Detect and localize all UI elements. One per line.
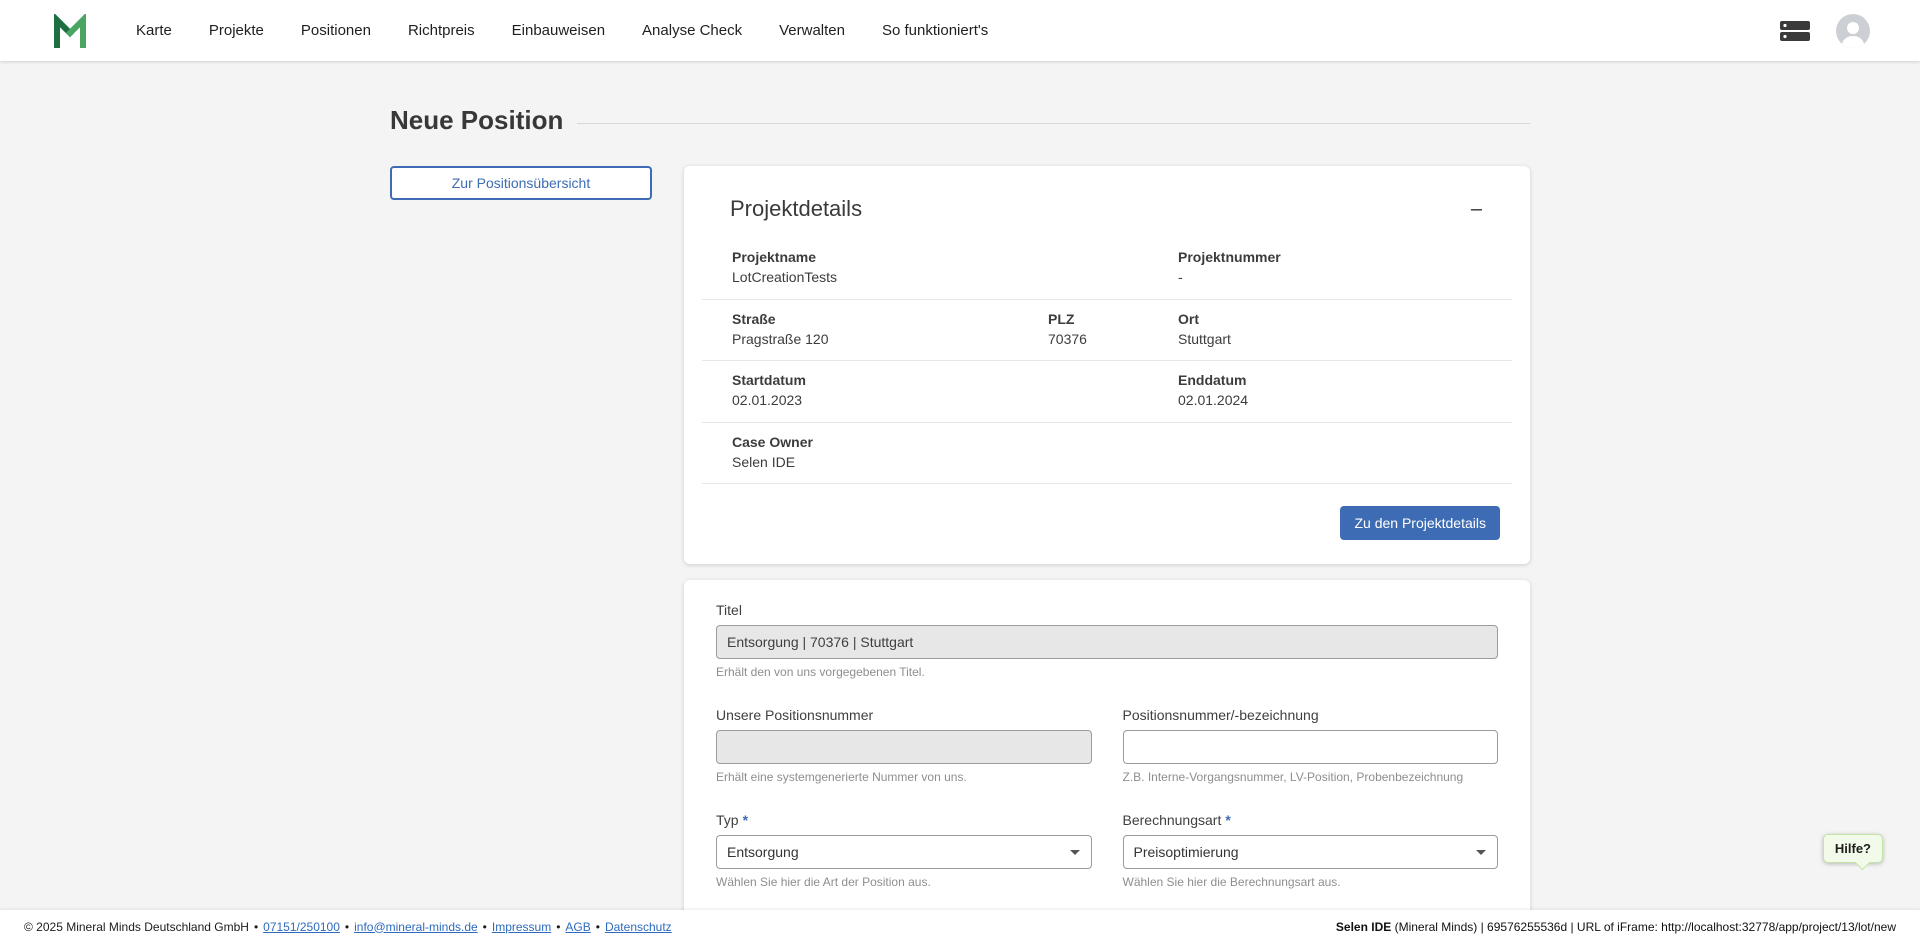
server-icon[interactable] bbox=[1780, 20, 1810, 42]
field-value: 02.01.2023 bbox=[732, 390, 1178, 410]
field-label: PLZ bbox=[1048, 309, 1178, 329]
main-content: Neue Position Zur Positionsübersicht Pro… bbox=[0, 61, 1920, 910]
nav-item-analyse-check[interactable]: Analyse Check bbox=[642, 22, 742, 39]
separator: • bbox=[254, 920, 258, 934]
footer-session-text: (Mineral Minds) | 69576255536d | URL of … bbox=[1391, 920, 1896, 934]
field-label: Projektnummer bbox=[1178, 247, 1512, 267]
nav-item-projekte[interactable]: Projekte bbox=[209, 22, 264, 39]
left-column: Zur Positionsübersicht bbox=[390, 166, 652, 200]
app-logo[interactable] bbox=[52, 14, 88, 48]
separator: • bbox=[483, 920, 487, 934]
typ-select[interactable]: Entsorgung bbox=[716, 835, 1092, 869]
titel-label: Titel bbox=[716, 602, 1498, 618]
project-detail-row: Startdatum 02.01.2023 Enddatum 02.01.202… bbox=[702, 361, 1512, 423]
footer-link-impressum[interactable]: Impressum bbox=[492, 920, 551, 934]
footer-link-datenschutz[interactable]: Datenschutz bbox=[605, 920, 672, 934]
typ-label: Typ* bbox=[716, 812, 1092, 828]
unsere-positionsnummer-helper: Erhält eine systemgenerierte Nummer von … bbox=[716, 770, 1092, 784]
footer-link-email[interactable]: info@mineral-minds.de bbox=[354, 920, 478, 934]
berechnungsart-field-group: Berechnungsart* Preisoptimierung Wählen … bbox=[1123, 812, 1499, 889]
page-title: Neue Position bbox=[390, 105, 563, 136]
field-value: Selen IDE bbox=[732, 452, 1512, 472]
nav-item-karte[interactable]: Karte bbox=[136, 22, 172, 39]
footer-user: Selen IDE bbox=[1336, 920, 1391, 934]
field-value: 70376 bbox=[1048, 329, 1178, 349]
separator: • bbox=[345, 920, 349, 934]
field-label: Startdatum bbox=[732, 370, 1178, 390]
field-label: Case Owner bbox=[732, 432, 1512, 452]
required-asterisk: * bbox=[1225, 812, 1230, 828]
field-value: 02.01.2024 bbox=[1178, 390, 1512, 410]
top-navbar: Karte Projekte Positionen Richtpreis Ein… bbox=[0, 0, 1920, 61]
chevron-down-icon bbox=[1476, 850, 1486, 855]
unsere-positionsnummer-input bbox=[716, 730, 1092, 764]
typ-label-text: Typ bbox=[716, 812, 739, 828]
typ-select-value: Entsorgung bbox=[727, 844, 799, 860]
copyright-text: © 2025 Mineral Minds Deutschland GmbH bbox=[24, 920, 249, 934]
field-value: LotCreationTests bbox=[732, 267, 1178, 287]
field-value: Pragstraße 120 bbox=[732, 329, 1048, 349]
title-divider bbox=[577, 123, 1530, 124]
field-value: - bbox=[1178, 267, 1512, 287]
unsere-positionsnummer-field-group: Unsere Positionsnummer Erhält eine syste… bbox=[716, 707, 1092, 784]
project-detail-row: Case Owner Selen IDE bbox=[702, 423, 1512, 485]
positionsnummer-field-group: Positionsnummer/-bezeichnung Z.B. Intern… bbox=[1123, 707, 1499, 784]
logo-icon bbox=[52, 14, 88, 48]
avatar[interactable] bbox=[1836, 14, 1870, 48]
berechnungsart-select[interactable]: Preisoptimierung bbox=[1123, 835, 1499, 869]
typ-field-group: Typ* Entsorgung Wählen Sie hier die Art … bbox=[716, 812, 1092, 889]
titel-field-group: Titel Erhält den von uns vorgegebenen Ti… bbox=[716, 602, 1498, 679]
berechnungsart-select-value: Preisoptimierung bbox=[1134, 844, 1239, 860]
titel-input bbox=[716, 625, 1498, 659]
titel-helper: Erhält den von uns vorgegebenen Titel. bbox=[716, 665, 1498, 679]
help-button[interactable]: Hilfe? bbox=[1823, 834, 1883, 863]
nav-menu: Karte Projekte Positionen Richtpreis Ein… bbox=[136, 22, 988, 39]
footer-link-agb[interactable]: AGB bbox=[565, 920, 590, 934]
project-details-card: Projektdetails – Projektname LotCreation… bbox=[684, 166, 1530, 564]
field-value: Stuttgart bbox=[1178, 329, 1512, 349]
footer-session-info: Selen IDE (Mineral Minds) | 69576255536d… bbox=[1336, 920, 1896, 934]
footer-link-phone[interactable]: 07151/250100 bbox=[263, 920, 340, 934]
required-asterisk: * bbox=[743, 812, 748, 828]
unsere-positionsnummer-label: Unsere Positionsnummer bbox=[716, 707, 1092, 723]
project-details-title: Projektdetails bbox=[730, 196, 862, 222]
positionsnummer-helper: Z.B. Interne-Vorgangsnummer, LV-Position… bbox=[1123, 770, 1499, 784]
field-label: Projektname bbox=[732, 247, 1178, 267]
nav-item-positionen[interactable]: Positionen bbox=[301, 22, 371, 39]
project-details-table: Projektname LotCreationTests Projektnumm… bbox=[702, 238, 1512, 484]
field-label: Enddatum bbox=[1178, 370, 1512, 390]
field-label: Ort bbox=[1178, 309, 1512, 329]
nav-item-so-funktionierts[interactable]: So funktioniert's bbox=[882, 22, 988, 39]
chevron-down-icon bbox=[1070, 850, 1080, 855]
positionsnummer-input[interactable] bbox=[1123, 730, 1499, 764]
collapse-button[interactable]: – bbox=[1469, 199, 1484, 219]
typ-helper: Wählen Sie hier die Art der Position aus… bbox=[716, 875, 1092, 889]
footer: © 2025 Mineral Minds Deutschland GmbH • … bbox=[0, 910, 1920, 943]
separator: • bbox=[596, 920, 600, 934]
field-label: Straße bbox=[732, 309, 1048, 329]
go-to-project-details-button[interactable]: Zu den Projektdetails bbox=[1340, 506, 1500, 540]
navbar-right bbox=[1780, 14, 1870, 48]
nav-item-richtpreis[interactable]: Richtpreis bbox=[408, 22, 475, 39]
right-column: Projektdetails – Projektname LotCreation… bbox=[684, 166, 1530, 910]
back-to-positions-button[interactable]: Zur Positionsübersicht bbox=[390, 166, 652, 200]
position-form-card: Titel Erhält den von uns vorgegebenen Ti… bbox=[684, 580, 1530, 910]
project-detail-row: Straße Pragstraße 120 PLZ 70376 Ort Stut… bbox=[702, 300, 1512, 362]
berechnungsart-helper: Wählen Sie hier die Berechnungsart aus. bbox=[1123, 875, 1499, 889]
nav-item-verwalten[interactable]: Verwalten bbox=[779, 22, 845, 39]
nav-item-einbauweisen[interactable]: Einbauweisen bbox=[512, 22, 605, 39]
berechnungsart-label-text: Berechnungsart bbox=[1123, 812, 1222, 828]
project-detail-row: Projektname LotCreationTests Projektnumm… bbox=[702, 238, 1512, 300]
berechnungsart-label: Berechnungsart* bbox=[1123, 812, 1499, 828]
separator: • bbox=[556, 920, 560, 934]
footer-left: © 2025 Mineral Minds Deutschland GmbH • … bbox=[24, 920, 672, 934]
positionsnummer-label: Positionsnummer/-bezeichnung bbox=[1123, 707, 1499, 723]
